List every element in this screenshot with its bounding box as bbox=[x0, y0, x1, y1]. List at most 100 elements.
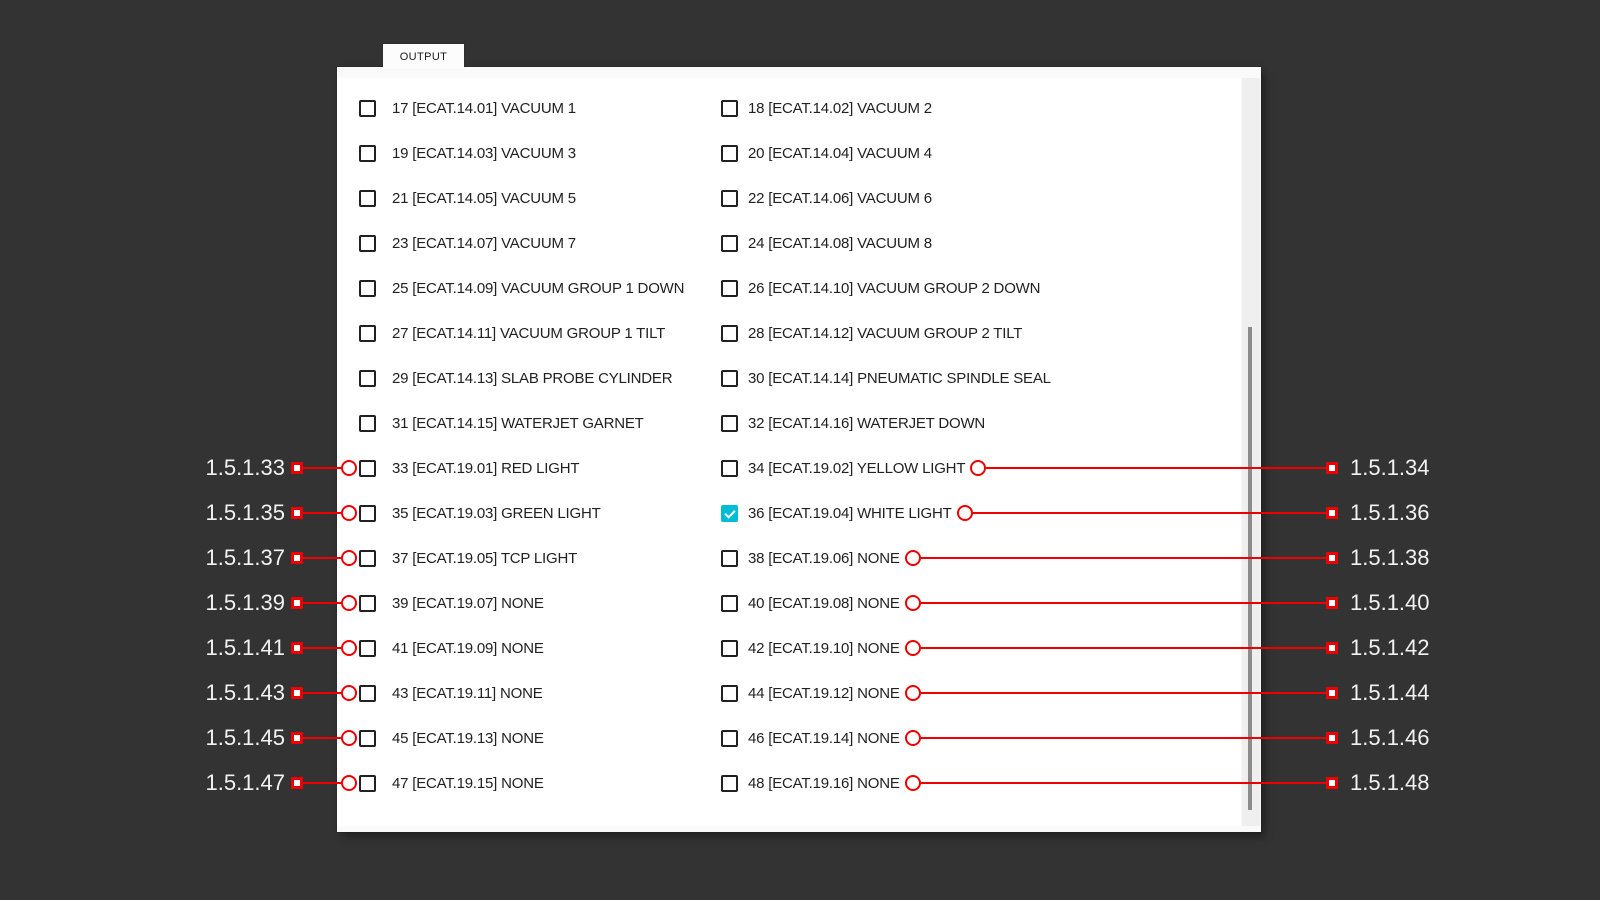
output-row: 21 [ECAT.14.05] VACUUM 5 bbox=[160, 183, 720, 213]
circle-marker-icon bbox=[905, 685, 921, 701]
output-checkbox[interactable] bbox=[721, 145, 738, 162]
io-address-label: 1.5.1.40 bbox=[1350, 590, 1442, 616]
callout-line bbox=[303, 692, 341, 694]
output-checkbox[interactable] bbox=[721, 775, 738, 792]
circle-marker-icon bbox=[905, 775, 921, 791]
output-checkbox[interactable] bbox=[359, 100, 376, 117]
output-label: 38 [ECAT.19.06] NONE bbox=[748, 550, 900, 567]
output-checkbox[interactable] bbox=[359, 235, 376, 252]
output-checkbox[interactable] bbox=[721, 730, 738, 747]
io-annotation: 1.5.1.37 bbox=[160, 545, 359, 571]
output-row: 1.5.1.45 45 [ECAT.19.13] NONE bbox=[160, 723, 720, 753]
screen: OUTPUT 17 [ECAT.14.01] VACUUM 1 19 [ECAT… bbox=[0, 0, 1600, 900]
output-checkbox[interactable] bbox=[359, 415, 376, 432]
output-checkbox[interactable] bbox=[359, 190, 376, 207]
callout-line bbox=[921, 692, 1326, 694]
output-label: 31 [ECAT.14.15] WATERJET GARNET bbox=[392, 415, 644, 432]
output-label: 46 [ECAT.19.14] NONE bbox=[748, 730, 900, 747]
output-label: 35 [ECAT.19.03] GREEN LIGHT bbox=[392, 505, 601, 522]
output-checkbox[interactable] bbox=[721, 550, 738, 567]
circle-marker-icon bbox=[957, 505, 973, 521]
io-address-label: 1.5.1.41 bbox=[160, 635, 285, 661]
circle-marker-icon bbox=[341, 460, 357, 476]
output-checkbox[interactable] bbox=[721, 685, 738, 702]
circle-marker-icon bbox=[341, 550, 357, 566]
output-label: 45 [ECAT.19.13] NONE bbox=[392, 730, 544, 747]
square-marker-icon bbox=[1326, 597, 1338, 609]
output-checkbox[interactable] bbox=[721, 325, 738, 342]
output-checkbox[interactable] bbox=[359, 595, 376, 612]
callout-line bbox=[303, 602, 341, 604]
output-label: 32 [ECAT.14.16] WATERJET DOWN bbox=[748, 415, 985, 432]
io-address-label: 1.5.1.33 bbox=[160, 455, 285, 481]
square-marker-icon bbox=[291, 732, 303, 744]
io-annotation: 1.5.1.38 bbox=[900, 545, 1442, 571]
output-checkbox[interactable] bbox=[359, 640, 376, 657]
callout-line bbox=[921, 782, 1326, 784]
output-checkbox[interactable] bbox=[359, 505, 376, 522]
io-address-label: 1.5.1.46 bbox=[1350, 725, 1442, 751]
circle-marker-icon bbox=[341, 775, 357, 791]
output-checkbox[interactable] bbox=[721, 505, 738, 522]
output-checkbox[interactable] bbox=[721, 640, 738, 657]
output-label: 21 [ECAT.14.05] VACUUM 5 bbox=[392, 190, 576, 207]
io-annotation: 1.5.1.39 bbox=[160, 590, 359, 616]
output-row: 1.5.1.47 47 [ECAT.19.15] NONE bbox=[160, 768, 720, 798]
output-checkbox[interactable] bbox=[721, 190, 738, 207]
output-checkbox[interactable] bbox=[721, 280, 738, 297]
io-address-label: 1.5.1.35 bbox=[160, 500, 285, 526]
callout-line bbox=[921, 737, 1326, 739]
output-checkbox[interactable] bbox=[721, 460, 738, 477]
callout-line bbox=[973, 512, 1326, 514]
output-checkbox[interactable] bbox=[359, 775, 376, 792]
output-checkbox[interactable] bbox=[359, 730, 376, 747]
output-checkbox[interactable] bbox=[721, 370, 738, 387]
output-checkbox[interactable] bbox=[359, 325, 376, 342]
output-row: 24 [ECAT.14.08] VACUUM 8 bbox=[721, 228, 1442, 258]
io-annotation: 1.5.1.41 bbox=[160, 635, 359, 661]
callout-line bbox=[921, 557, 1326, 559]
output-checkbox[interactable] bbox=[721, 100, 738, 117]
square-marker-icon bbox=[291, 597, 303, 609]
output-checkbox[interactable] bbox=[721, 235, 738, 252]
output-label: 28 [ECAT.14.12] VACUUM GROUP 2 TILT bbox=[748, 325, 1022, 342]
output-row: 32 [ECAT.14.16] WATERJET DOWN bbox=[721, 408, 1442, 438]
output-label: 36 [ECAT.19.04] WHITE LIGHT bbox=[748, 505, 952, 522]
output-row: 1.5.1.37 37 [ECAT.19.05] TCP LIGHT bbox=[160, 543, 720, 573]
io-address-label: 1.5.1.44 bbox=[1350, 680, 1442, 706]
io-annotation: 1.5.1.36 bbox=[952, 500, 1442, 526]
output-row: 20 [ECAT.14.04] VACUUM 4 bbox=[721, 138, 1442, 168]
output-row: 27 [ECAT.14.11] VACUUM GROUP 1 TILT bbox=[160, 318, 720, 348]
output-checkbox[interactable] bbox=[359, 460, 376, 477]
io-annotation: 1.5.1.44 bbox=[900, 680, 1442, 706]
output-checkbox[interactable] bbox=[359, 280, 376, 297]
output-checkbox[interactable] bbox=[721, 415, 738, 432]
callout-line bbox=[303, 647, 341, 649]
circle-marker-icon bbox=[341, 685, 357, 701]
callout-line bbox=[921, 647, 1326, 649]
output-label: 47 [ECAT.19.15] NONE bbox=[392, 775, 544, 792]
rows-layer: 17 [ECAT.14.01] VACUUM 1 19 [ECAT.14.03]… bbox=[0, 0, 1600, 900]
circle-marker-icon bbox=[905, 730, 921, 746]
output-checkbox[interactable] bbox=[721, 595, 738, 612]
callout-line bbox=[303, 467, 341, 469]
io-address-label: 1.5.1.37 bbox=[160, 545, 285, 571]
output-label: 19 [ECAT.14.03] VACUUM 3 bbox=[392, 145, 576, 162]
output-row: 22 [ECAT.14.06] VACUUM 6 bbox=[721, 183, 1442, 213]
output-checkbox[interactable] bbox=[359, 550, 376, 567]
output-label: 41 [ECAT.19.09] NONE bbox=[392, 640, 544, 657]
output-row: 40 [ECAT.19.08] NONE 1.5.1.40 bbox=[721, 588, 1442, 618]
output-row: 17 [ECAT.14.01] VACUUM 1 bbox=[160, 93, 720, 123]
io-annotation: 1.5.1.33 bbox=[160, 455, 359, 481]
circle-marker-icon bbox=[341, 595, 357, 611]
output-row: 42 [ECAT.19.10] NONE 1.5.1.42 bbox=[721, 633, 1442, 663]
output-row: 1.5.1.41 41 [ECAT.19.09] NONE bbox=[160, 633, 720, 663]
callout-line bbox=[303, 737, 341, 739]
io-annotation: 1.5.1.40 bbox=[900, 590, 1442, 616]
output-checkbox[interactable] bbox=[359, 685, 376, 702]
output-label: 44 [ECAT.19.12] NONE bbox=[748, 685, 900, 702]
output-label: 27 [ECAT.14.11] VACUUM GROUP 1 TILT bbox=[392, 325, 665, 342]
output-checkbox[interactable] bbox=[359, 145, 376, 162]
output-checkbox[interactable] bbox=[359, 370, 376, 387]
square-marker-icon bbox=[1326, 552, 1338, 564]
